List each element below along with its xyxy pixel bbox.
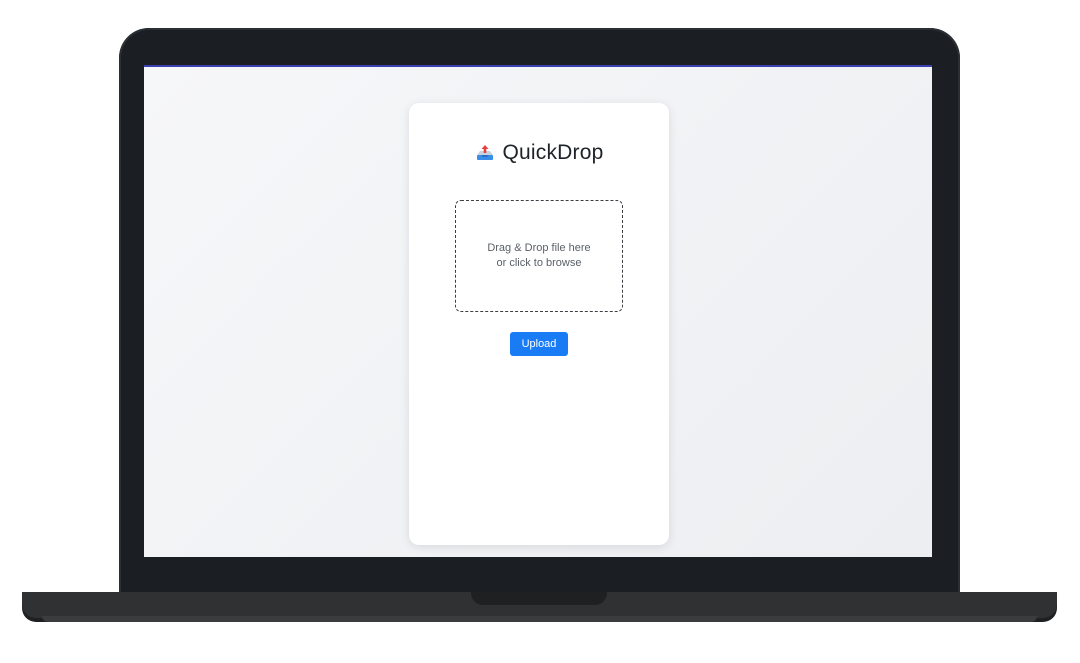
laptop-base — [22, 592, 1057, 618]
laptop-base-notch — [471, 592, 607, 605]
brand-header: QuickDrop — [409, 141, 669, 165]
dropzone-secondary-text: or click to browse — [496, 257, 582, 269]
laptop-base-foot — [42, 616, 1037, 622]
file-dropzone[interactable]: Drag & Drop file here or click to browse — [455, 200, 623, 312]
laptop-frame: QuickDrop Drag & Drop file here or click… — [0, 0, 1080, 663]
inbox-tray-upload-icon — [475, 143, 495, 163]
dropzone-primary-text: Drag & Drop file here — [487, 242, 591, 254]
upload-button[interactable]: Upload — [510, 332, 568, 356]
screen: QuickDrop Drag & Drop file here or click… — [144, 65, 932, 557]
app-title: QuickDrop — [502, 141, 604, 164]
upload-card: QuickDrop Drag & Drop file here or click… — [409, 103, 669, 545]
